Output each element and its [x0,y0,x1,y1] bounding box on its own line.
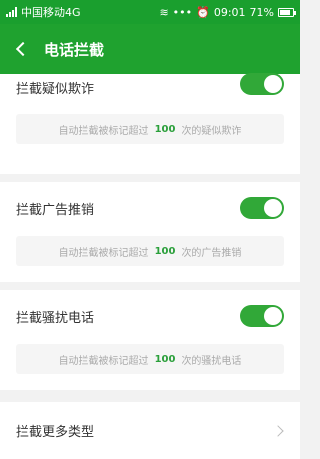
settings-list: 拦截疑似欺诈 自动拦截被标记超过 100 次的疑似欺诈 拦截广告推销 自动拦截被… [0,73,300,459]
desc-suffix: 次的广告推销 [181,247,242,259]
battery-icon [278,7,296,17]
divider [0,390,300,402]
signal-icon [6,7,17,17]
desc-count[interactable]: 100 [155,124,176,135]
setting-label: 拦截广告推销 [16,202,95,218]
toggle-knob [264,307,282,325]
divider [0,282,300,290]
divider [0,174,300,182]
setting-row-fraud: 拦截疑似欺诈 [0,73,300,100]
setting-row-harass: 拦截骚扰电话 [0,290,300,342]
desc-box: 自动拦截被标记超过 100 次的骚扰电话 [16,344,284,374]
alarm-icon: ⏰ [196,5,210,19]
page-title: 电话拦截 [44,40,105,59]
desc-prefix: 自动拦截被标记超过 [58,355,149,367]
setting-desc-ads: 自动拦截被标记超过 100 次的广告推销 [0,234,300,282]
more-types-label: 拦截更多类型 [16,425,95,440]
desc-suffix: 次的骚扰电话 [181,355,242,367]
app-bar: 电话拦截 [0,24,300,74]
desc-prefix: 自动拦截被标记超过 [58,247,149,259]
carrier-label: 中国移动4G [21,6,81,19]
desc-count[interactable]: 100 [155,246,176,257]
status-bar: 中国移动4G ≋ ••• ⏰ 09:01 71% [0,0,300,24]
battery-label: 71% [249,5,274,19]
toggle-knob [264,75,282,93]
more-types-row[interactable]: 拦截更多类型 [0,402,300,459]
wifi-icon: ≋ [159,5,169,19]
setting-label: 拦截骚扰电话 [16,310,95,326]
desc-box: 自动拦截被标记超过 100 次的广告推销 [16,236,284,266]
setting-row-ads: 拦截广告推销 [0,182,300,234]
desc-box: 自动拦截被标记超过 100 次的疑似欺诈 [16,114,284,144]
desc-prefix: 自动拦截被标记超过 [58,125,149,137]
setting-desc-harass: 自动拦截被标记超过 100 次的骚扰电话 [0,342,300,390]
time-label: 09:01 [213,5,246,19]
toggle-knob [264,199,282,217]
ads-toggle[interactable] [240,197,284,219]
back-icon[interactable] [14,42,28,56]
harass-toggle[interactable] [240,305,284,327]
desc-suffix: 次的疑似欺诈 [181,125,242,137]
fraud-toggle[interactable] [240,73,284,95]
setting-label: 拦截疑似欺诈 [16,81,95,97]
setting-desc-fraud: 自动拦截被标记超过 100 次的疑似欺诈 [0,100,300,182]
notification-icon: ••• [172,5,193,19]
chevron-right-icon [274,426,284,436]
desc-count[interactable]: 100 [155,354,176,365]
